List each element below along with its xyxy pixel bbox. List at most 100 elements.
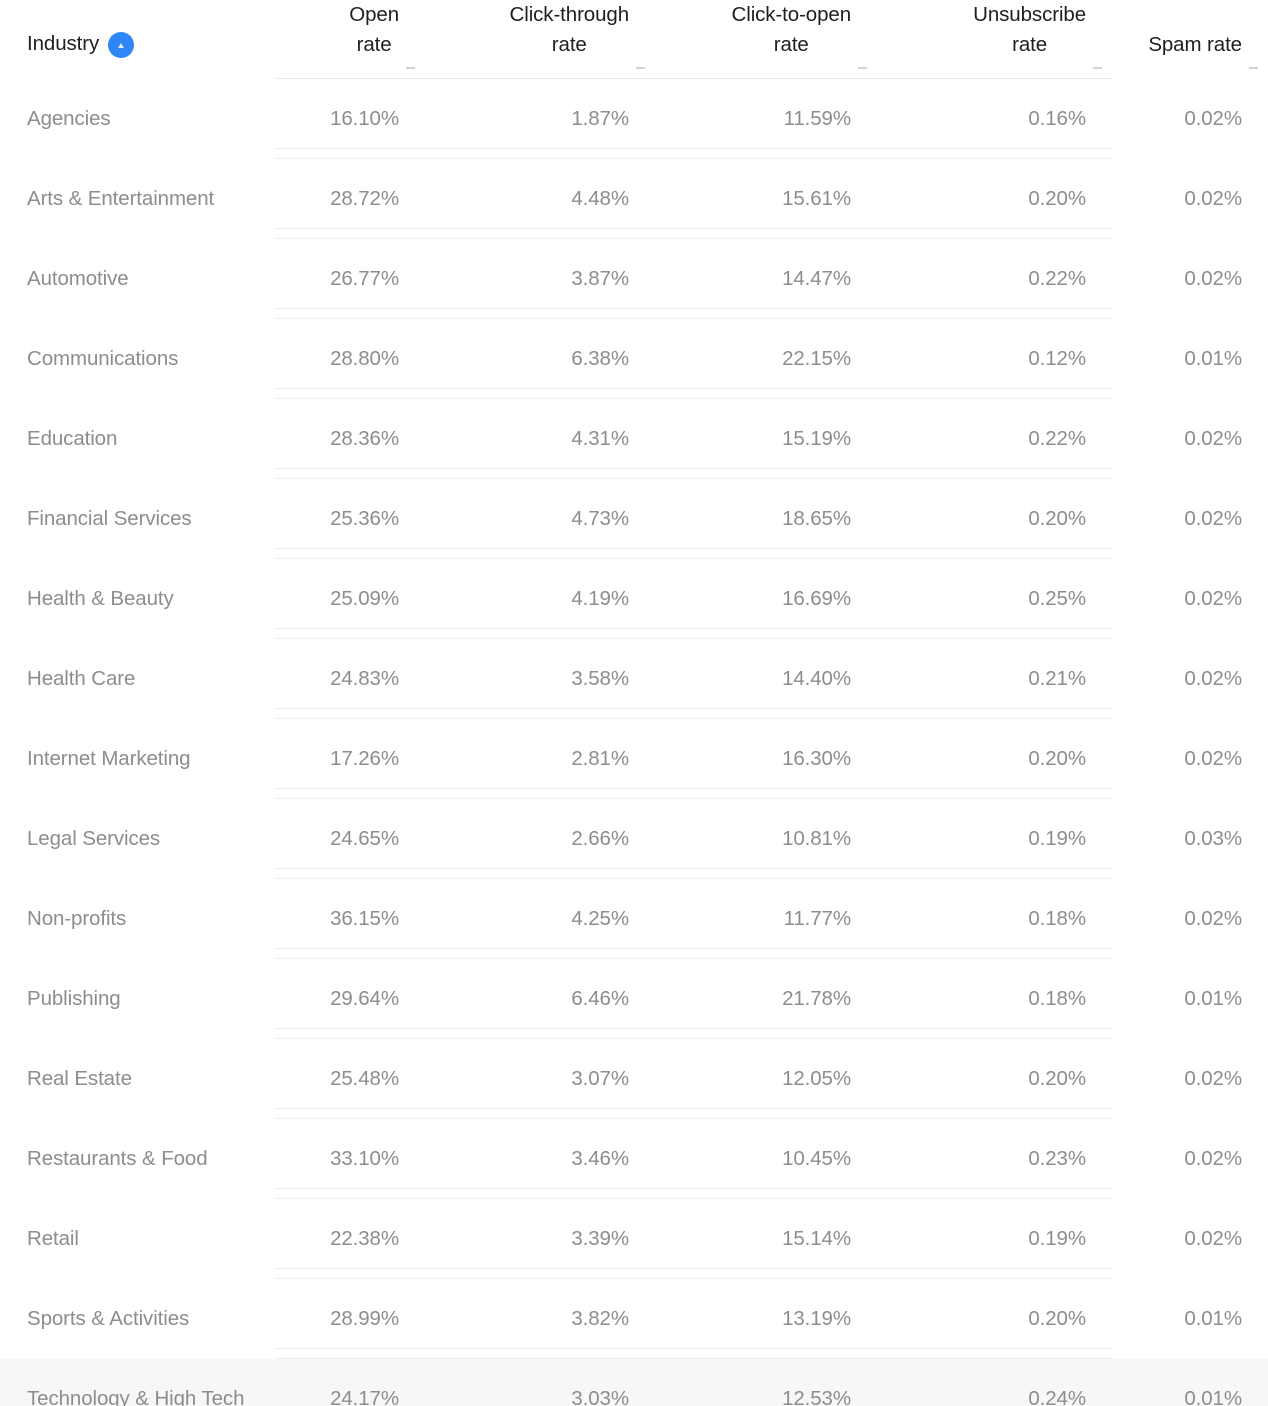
- table-cell-open: 24.17%: [275, 1359, 425, 1406]
- table-cell-ctr: 3.03%: [425, 1359, 655, 1406]
- table-row[interactable]: Sports & Activities 28.99% 3.82% 13.19% 0.20…: [0, 1279, 1268, 1359]
- sort-indicator-icon[interactable]: [1249, 67, 1258, 69]
- table-cell-open: 22.38%: [275, 1199, 425, 1279]
- metric-value-ctr: 3.46%: [571, 1147, 629, 1170]
- metric-value-open: 26.77%: [330, 267, 399, 290]
- industry-label: Automotive: [27, 267, 129, 290]
- table-cell-cto: 16.69%: [655, 559, 877, 639]
- metric-value-open: 25.36%: [330, 507, 399, 530]
- table-cell-unsubscribe: 0.16%: [877, 79, 1112, 159]
- metric-value-cto: 10.45%: [782, 1147, 851, 1170]
- column-header-ctr[interactable]: Click-through rate: [425, 0, 655, 78]
- row-separator-line-bottom: [275, 1358, 1112, 1359]
- row-separator-line-bottom: [275, 1118, 1112, 1119]
- table-row[interactable]: Health Care 24.83% 3.58% 14.40% 0.21% 0.02%: [0, 639, 1268, 719]
- table-row[interactable]: Internet Marketing 17.26% 2.81% 16.30% 0.20%…: [0, 719, 1268, 799]
- table-cell-ctr: 6.46%: [425, 959, 655, 1039]
- table-cell-spam: 0.01%: [1112, 959, 1268, 1039]
- table-cell-spam: 0.02%: [1112, 79, 1268, 159]
- table-row[interactable]: Automotive 26.77% 3.87% 14.47% 0.22% 0.02%: [0, 239, 1268, 319]
- table-cell-cto: 15.14%: [655, 1199, 877, 1279]
- column-header-open[interactable]: Open rate: [275, 0, 425, 78]
- sort-indicator-icon[interactable]: [1093, 67, 1102, 69]
- table-cell-spam: 0.02%: [1112, 559, 1268, 639]
- table-row[interactable]: Education 28.36% 4.31% 15.19% 0.22% 0.02%: [0, 399, 1268, 479]
- metric-value-open: 28.72%: [330, 187, 399, 210]
- column-header-line: Click-through: [509, 3, 630, 26]
- table-cell-ctr: 6.38%: [425, 319, 655, 399]
- sort-ascending-icon[interactable]: [108, 32, 135, 58]
- metric-value-spam: 0.02%: [1184, 1147, 1242, 1170]
- metric-value-spam: 0.02%: [1184, 1067, 1242, 1090]
- table-row[interactable]: Non-profits 36.15% 4.25% 11.77% 0.18% 0.02%: [0, 879, 1268, 959]
- table-cell-industry: Communications: [0, 319, 275, 399]
- sort-indicator-icon[interactable]: [858, 67, 867, 69]
- table-cell-ctr: 2.81%: [425, 719, 655, 799]
- row-separator-line-bottom: [275, 318, 1112, 319]
- table-row[interactable]: Agencies 16.10% 1.87% 11.59% 0.16% 0.02%: [0, 79, 1268, 159]
- table-cell-open: 24.65%: [275, 799, 425, 879]
- metric-value-open: 17.26%: [330, 747, 399, 770]
- table-row[interactable]: Communications 28.80% 6.38% 22.15% 0.12% 0.01…: [0, 319, 1268, 399]
- metric-value-unsubscribe: 0.23%: [1028, 1147, 1086, 1170]
- metric-value-cto: 15.61%: [782, 187, 851, 210]
- metric-value-open: 24.65%: [330, 827, 399, 850]
- column-header-industry[interactable]: Industry: [0, 0, 275, 78]
- table-cell-open: 36.15%: [275, 879, 425, 959]
- metric-value-unsubscribe: 0.20%: [1028, 1067, 1086, 1090]
- metric-value-spam: 0.01%: [1184, 347, 1242, 370]
- column-header-content-unsubscribe: Unsubscribe rate: [877, 0, 1112, 78]
- table-cell-cto: 10.81%: [655, 799, 877, 879]
- metric-value-unsubscribe: 0.22%: [1028, 267, 1086, 290]
- sort-indicator-icon[interactable]: [636, 67, 645, 69]
- industry-label: Health & Beauty: [27, 587, 174, 610]
- table-row[interactable]: Retail 22.38% 3.39% 15.14% 0.19% 0.02%: [0, 1199, 1268, 1279]
- table-row[interactable]: Technology & High Tech 24.17% 3.03% 12.53% 0…: [0, 1359, 1268, 1406]
- table-cell-open: 26.77%: [275, 239, 425, 319]
- table-cell-industry: Sports & Activities: [0, 1279, 275, 1359]
- table-cell-unsubscribe: 0.24%: [877, 1359, 1112, 1406]
- sort-indicator-icon[interactable]: [406, 67, 415, 69]
- metric-value-open: 28.99%: [330, 1307, 399, 1330]
- table-row[interactable]: Financial Services 25.36% 4.73% 18.65% 0.20%…: [0, 479, 1268, 559]
- metric-value-ctr: 6.46%: [571, 987, 629, 1010]
- metric-value-unsubscribe: 0.24%: [877, 1359, 1112, 1406]
- table-row[interactable]: Arts & Entertainment 28.72% 4.48% 15.61% 0.2…: [0, 159, 1268, 239]
- table-cell-unsubscribe: 0.21%: [877, 639, 1112, 719]
- column-header-cto[interactable]: Click-to-open rate: [655, 0, 877, 78]
- metric-value-open: 24.17%: [275, 1359, 425, 1406]
- row-separator-line-top: [275, 228, 1112, 229]
- row-separator-line-top: [275, 548, 1112, 549]
- sort-arrow-glyph: [118, 42, 125, 48]
- metric-value-open: 24.83%: [330, 667, 399, 690]
- table-cell-spam: 0.02%: [1112, 719, 1268, 799]
- table-cell-spam: 0.02%: [1112, 159, 1268, 239]
- table-row[interactable]: Health & Beauty 25.09% 4.19% 16.69% 0.25% 0.0…: [0, 559, 1268, 639]
- row-separator-line-top: [275, 388, 1112, 389]
- metric-value-cto: 14.40%: [782, 667, 851, 690]
- metric-value-cto: 16.69%: [782, 587, 851, 610]
- row-separator-line-bottom: [275, 878, 1112, 879]
- metric-value-spam: 0.02%: [1184, 667, 1242, 690]
- table-cell-unsubscribe: 0.20%: [877, 479, 1112, 559]
- table-cell-unsubscribe: 0.22%: [877, 239, 1112, 319]
- table-cell-open: 29.64%: [275, 959, 425, 1039]
- table-cell-cto: 15.19%: [655, 399, 877, 479]
- table-row[interactable]: Restaurants & Food 33.10% 3.46% 10.45% 0.23%…: [0, 1119, 1268, 1199]
- column-header-unsubscribe[interactable]: Unsubscribe rate: [877, 0, 1112, 78]
- metric-value-open: 29.64%: [330, 987, 399, 1010]
- table-cell-cto: 14.47%: [655, 239, 877, 319]
- metric-value-ctr: 4.25%: [571, 907, 629, 930]
- table-row[interactable]: Publishing 29.64% 6.46% 21.78% 0.18% 0.01%: [0, 959, 1268, 1039]
- table-row[interactable]: Legal Services 24.65% 2.66% 10.81% 0.19% 0.03…: [0, 799, 1268, 879]
- table-cell-open: 16.10%: [275, 79, 425, 159]
- table-cell-open: 25.36%: [275, 479, 425, 559]
- industry-label: Communications: [27, 347, 179, 370]
- metric-value-ctr: 4.31%: [571, 427, 629, 450]
- row-separator-line-bottom: [275, 718, 1112, 719]
- column-header-content-cto: Click-to-open rate: [655, 0, 877, 78]
- metric-value-spam: 0.02%: [1184, 267, 1242, 290]
- table-row[interactable]: Real Estate 25.48% 3.07% 12.05% 0.20% 0.02%: [0, 1039, 1268, 1119]
- column-header-line: Open: [349, 3, 399, 26]
- column-header-spam[interactable]: Spam rate: [1112, 0, 1268, 78]
